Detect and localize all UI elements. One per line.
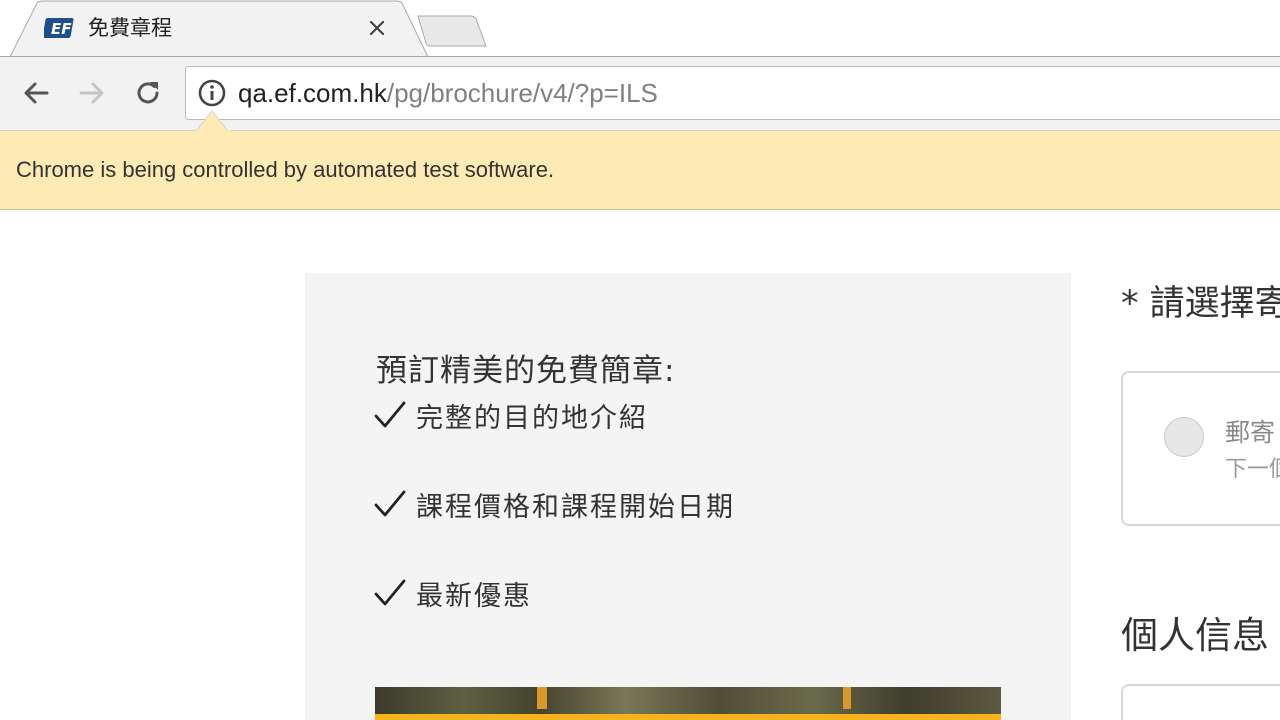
page-content: 預訂精美的免費簡章: 完整的目的地介紹 課程價格和課程開始日期 最新優惠 * 請… <box>0 211 1280 720</box>
tab-strip: EF 免費章程 <box>0 0 1280 58</box>
personal-info-field[interactable] <box>1121 684 1280 720</box>
personal-info-heading: 個人信息 <box>1121 614 1269 657</box>
benefit-item: 課程價格和課程開始日期 <box>374 484 735 524</box>
mail-option-title: 郵寄 <box>1225 418 1276 447</box>
info-icon[interactable] <box>197 78 227 108</box>
brochure-form: * 請選擇寄 郵寄 下一個 個人信息 <box>1121 211 1280 720</box>
svg-text:EF: EF <box>51 20 72 38</box>
checkmark-icon <box>374 401 406 428</box>
benefit-text: 最新優惠 <box>416 580 532 612</box>
checkmark-icon <box>374 490 406 517</box>
benefit-item: 完整的目的地介紹 <box>374 395 648 435</box>
arrow-left-icon <box>24 82 49 104</box>
delivery-method-label: * 請選擇寄 <box>1121 284 1280 324</box>
reload-button[interactable] <box>129 74 167 112</box>
infobar-message: Chrome is being controlled by automated … <box>16 157 555 182</box>
mail-option-radio[interactable] <box>1164 417 1204 457</box>
benefit-text: 完整的目的地介紹 <box>416 402 648 434</box>
tab-title[interactable]: 免費章程 <box>88 13 172 43</box>
forward-button[interactable] <box>73 74 111 112</box>
tab-close-icon[interactable] <box>364 15 390 41</box>
arrow-right-icon <box>79 82 104 104</box>
address-bar[interactable]: qa.ef.com.hk/pg/brochure/v4/?p=ILS <box>185 66 1280 120</box>
mail-option-card[interactable]: 郵寄 下一個 <box>1121 371 1280 526</box>
url-path: /pg/brochure/v4/?p=ILS <box>386 78 658 108</box>
automation-infobar: Chrome is being controlled by automated … <box>0 131 1280 210</box>
benefit-item: 最新優惠 <box>374 573 532 613</box>
brochure-promo-panel: 預訂精美的免費簡章: 完整的目的地介紹 課程價格和課程開始日期 最新優惠 <box>305 273 1071 720</box>
browser-toolbar: qa.ef.com.hk/pg/brochure/v4/?p=ILS <box>0 57 1280 131</box>
infobar-pointer <box>196 110 230 133</box>
url-host: qa.ef.com.hk <box>238 78 387 108</box>
ef-logo-icon: EF <box>42 17 75 39</box>
promo-heading: 預訂精美的免費簡章: <box>376 353 676 389</box>
benefit-text: 課程價格和課程開始日期 <box>416 491 735 523</box>
reload-icon <box>137 82 159 104</box>
url-text[interactable]: qa.ef.com.hk/pg/brochure/v4/?p=ILS <box>238 75 658 111</box>
new-tab-button[interactable] <box>416 14 488 48</box>
brochure-cover-image <box>375 687 1001 720</box>
back-button[interactable] <box>17 74 55 112</box>
checkmark-icon <box>374 579 406 606</box>
mail-option-subtitle: 下一個 <box>1225 457 1280 482</box>
